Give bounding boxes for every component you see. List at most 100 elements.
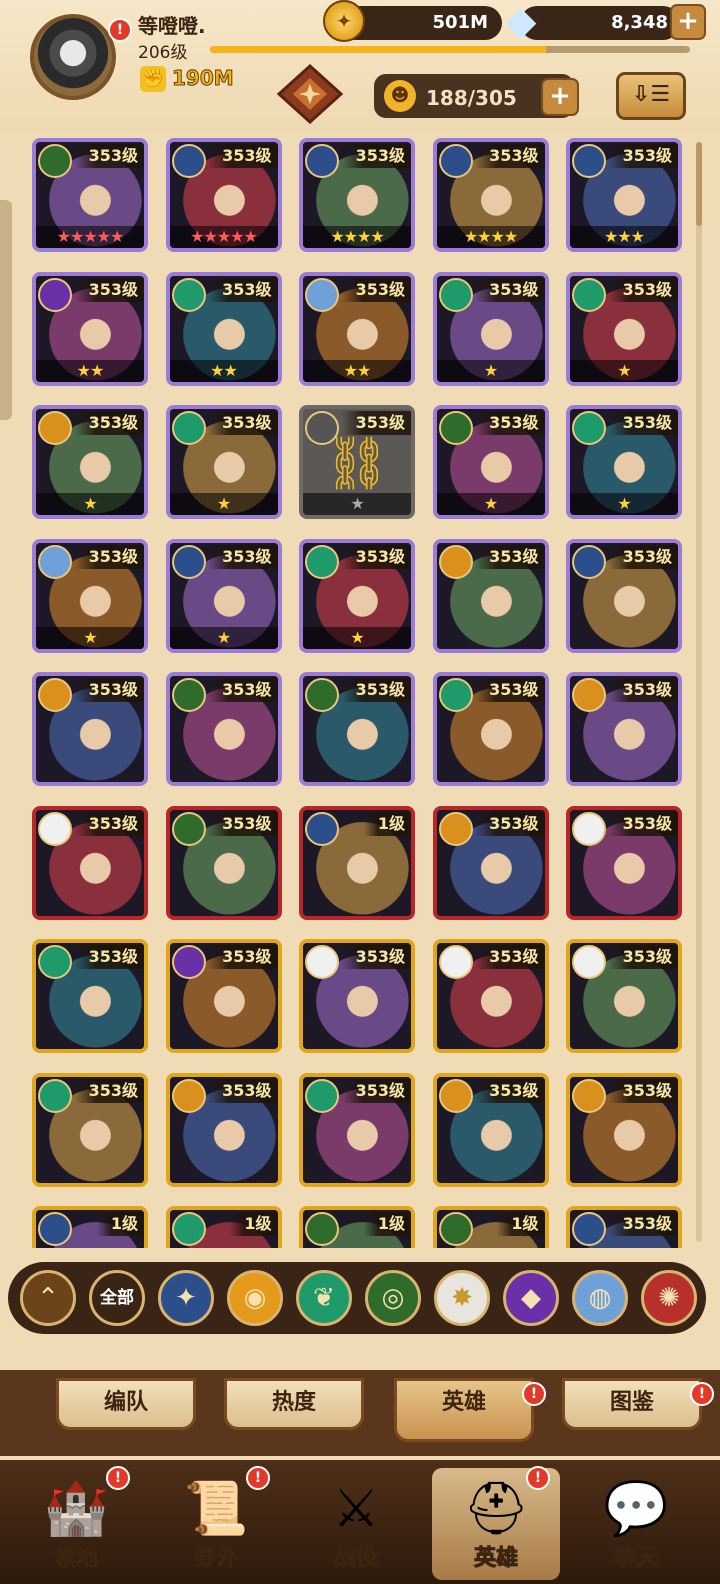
star-rating: ★	[436, 359, 545, 382]
subtab-1[interactable]: 热度	[224, 1378, 364, 1430]
hero-level: 353级	[74, 811, 144, 836]
filter-lightbearer-button[interactable]: ✦	[158, 1270, 214, 1326]
sort-button[interactable]: ⇩☰	[616, 72, 686, 120]
star-rating: ★★	[169, 359, 278, 382]
hero-card[interactable]: 1级	[432, 1206, 549, 1248]
hero-card[interactable]: 353级	[432, 538, 549, 653]
hero-card[interactable]: 353级	[32, 939, 148, 1053]
hero-card[interactable]: 1级	[299, 1206, 415, 1248]
nav-tab-4[interactable]: 💬 聊天	[572, 1468, 700, 1580]
hero-card[interactable]: 1级	[32, 1206, 148, 1248]
hero-card[interactable]: 353级	[432, 672, 549, 786]
scrollbar-thumb[interactable]	[696, 142, 702, 226]
hero-card[interactable]: 353级 ★	[299, 538, 415, 653]
hero-card[interactable]: 1级	[165, 1206, 282, 1248]
hero-card[interactable]: 353级	[165, 805, 282, 920]
star-rating: ★	[36, 493, 144, 515]
filter-hypogean-button[interactable]: ◆	[503, 1270, 559, 1326]
player-avatar[interactable]	[30, 14, 116, 100]
hero-card[interactable]: 353级 ★	[566, 405, 682, 519]
hero-card[interactable]: 353级	[432, 939, 549, 1053]
hero-card[interactable]: 353级 ★★★★	[432, 138, 549, 252]
hero-card[interactable]: 353级 ★	[165, 538, 282, 653]
castle-icon: 🏰	[43, 1479, 109, 1539]
player-level: 206级	[138, 43, 188, 63]
star-rating: ★★★★★	[36, 226, 144, 248]
filter-mauler-button[interactable]: ◉	[227, 1270, 283, 1326]
wilder-faction-icon	[38, 945, 72, 979]
hero-card[interactable]: 353级 ★	[32, 538, 148, 653]
hero-card[interactable]: 353级	[566, 538, 682, 653]
hero-card[interactable]: 353级	[566, 805, 682, 920]
hero-level: 353级	[341, 544, 411, 569]
side-drawer-handle[interactable]	[0, 200, 12, 420]
subtab-label: 图鉴	[609, 1390, 654, 1415]
hero-card[interactable]: 353级 ★	[165, 405, 282, 519]
star-rating: ★★	[36, 359, 144, 382]
forsaken-faction-icon	[438, 411, 473, 445]
filter-lightbearer-icon: ✦	[175, 1283, 197, 1313]
mauler-faction-icon	[438, 1078, 473, 1113]
hero-card[interactable]: 353级	[432, 805, 549, 920]
forsaken-faction-icon	[171, 811, 206, 846]
hero-card[interactable]: 353级	[566, 939, 682, 1053]
subtab-2[interactable]: 英雄	[394, 1378, 534, 1442]
hero-card[interactable]: 353级 ★★★★★	[165, 138, 282, 252]
hero-card[interactable]: 1级	[299, 805, 415, 920]
subtab-0[interactable]: 编队	[56, 1378, 196, 1430]
hero-level: 353级	[475, 945, 545, 969]
hero-card[interactable]: 353级	[299, 1072, 415, 1187]
filter-celestial-button[interactable]: ✸	[434, 1270, 490, 1326]
filter-graveborn-icon: ◎	[381, 1283, 405, 1313]
lightbearer-faction-icon	[438, 144, 473, 178]
hero-grid: 353级 ★★★★★ 353级 ★★★★★ 353级 ★★★★ 353级 ★★★★ 353级 ★★…	[28, 138, 692, 1248]
hero-level: 353级	[608, 411, 678, 435]
hero-card[interactable]: ⛓ 353级 ★	[299, 405, 415, 519]
combat-power-value: 190M	[172, 66, 235, 91]
filter-all-button[interactable]: 全部	[89, 1270, 145, 1326]
hero-card[interactable]: 353级	[165, 672, 282, 786]
expand-capacity-button[interactable]: +	[541, 78, 579, 116]
hero-card[interactable]: 353级	[32, 805, 148, 920]
hero-card[interactable]: 353级	[432, 1072, 549, 1187]
hero-card[interactable]: 353级	[299, 939, 415, 1053]
subtab-3[interactable]: 图鉴	[562, 1378, 702, 1430]
hero-level: 353级	[608, 144, 678, 168]
buy-gems-button[interactable]: +	[670, 4, 706, 40]
hero-card[interactable]: 353级 ★★	[299, 271, 415, 386]
hero-card[interactable]: 353级	[566, 1206, 682, 1248]
hero-card[interactable]: 353级	[32, 672, 148, 786]
hero-level: 353级	[74, 411, 144, 435]
filter-fire-button[interactable]: ✺	[641, 1270, 697, 1326]
hero-card[interactable]: 353级	[566, 672, 682, 786]
hero-card[interactable]: 353级 ★	[32, 405, 148, 519]
scrollbar-track[interactable]	[696, 142, 702, 1242]
hero-card[interactable]: 353级 ★	[432, 405, 549, 519]
hero-card[interactable]: 353级	[165, 939, 282, 1053]
hero-level: 1级	[363, 811, 411, 836]
wilder-faction-icon	[171, 1212, 206, 1246]
crest-emblem-icon[interactable]	[275, 64, 345, 124]
hero-card[interactable]: 353级	[299, 672, 415, 786]
hero-level: 353级	[608, 945, 678, 969]
lightbearer-faction-icon	[305, 144, 339, 178]
wilder-faction-icon	[572, 277, 606, 312]
filter-dimensional-button[interactable]: ◍	[572, 1270, 628, 1326]
mauler-faction-icon	[38, 411, 72, 445]
lightbearer-faction-icon	[572, 544, 606, 579]
hero-card[interactable]: 353级 ★	[432, 271, 549, 386]
hero-card[interactable]: 353级 ★★	[32, 271, 148, 386]
hero-card[interactable]: 353级 ★★★	[566, 138, 682, 252]
hero-level: 353级	[608, 544, 678, 569]
filter-promote-button[interactable]: ⌃	[20, 1270, 76, 1326]
hero-card[interactable]: 353级 ★★★★	[299, 138, 415, 252]
filter-graveborn-button[interactable]: ◎	[365, 1270, 421, 1326]
hero-card[interactable]: 353级	[566, 1072, 682, 1187]
hero-card[interactable]: 353级 ★	[566, 271, 682, 386]
nav-tab-2[interactable]: ⚔ 战役	[292, 1468, 420, 1580]
hero-card[interactable]: 353级	[32, 1072, 148, 1187]
filter-wilder-button[interactable]: ❦	[296, 1270, 352, 1326]
hero-card[interactable]: 353级	[165, 1072, 282, 1187]
hero-card[interactable]: 353级 ★★	[165, 271, 282, 386]
hero-card[interactable]: 353级 ★★★★★	[32, 138, 148, 252]
